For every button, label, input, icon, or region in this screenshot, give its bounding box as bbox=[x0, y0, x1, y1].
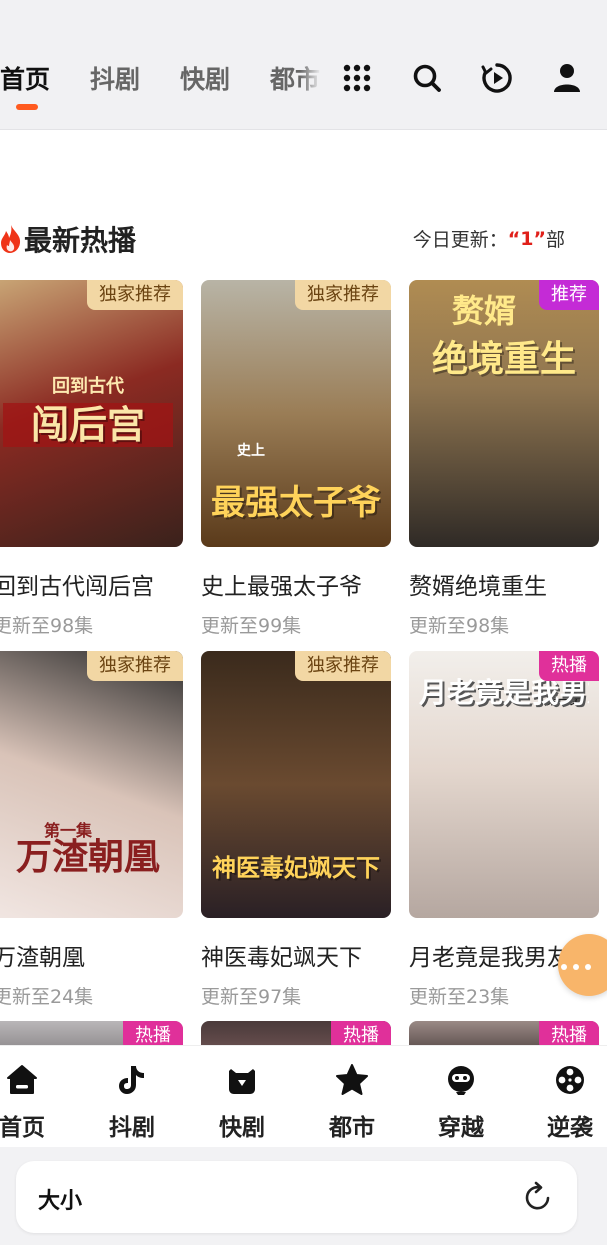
drama-title[interactable]: 万渣朝凰 bbox=[0, 938, 183, 972]
episode-count: 更新至99集 bbox=[201, 615, 302, 637]
grid-icon[interactable] bbox=[341, 62, 373, 94]
drama-poster[interactable]: 史上 最强太子爷 独家推荐 bbox=[201, 280, 391, 547]
poster-title: 绝境重生 bbox=[431, 339, 576, 380]
bottom-nav-home[interactable]: 首页 bbox=[0, 1062, 62, 1142]
drama-poster[interactable]: 回到古代 闯后宫 独家推荐 bbox=[0, 280, 183, 547]
bottom-nav-label: 快剧 bbox=[219, 1115, 265, 1141]
drama-title[interactable]: 史上最强太子爷 bbox=[201, 567, 391, 601]
tabs-fade-edge bbox=[300, 48, 330, 108]
badge-recommend: 推荐 bbox=[539, 280, 599, 310]
drama-title[interactable]: 赘婿绝境重生 bbox=[409, 567, 599, 601]
drama-poster[interactable]: 神医毒妃飒天下 独家推荐 bbox=[201, 651, 391, 918]
top-actions bbox=[341, 58, 583, 98]
tab-label: 抖剧 bbox=[90, 65, 141, 94]
drama-poster[interactable]: 赘婿 绝境重生 推荐 bbox=[409, 280, 599, 547]
update-suffix: 部 bbox=[545, 229, 565, 251]
active-tab-indicator bbox=[16, 104, 38, 110]
bottom-nav-label: 逆袭 bbox=[547, 1115, 593, 1141]
episode-count: 更新至98集 bbox=[409, 615, 510, 637]
tab-kuaiju[interactable]: 快剧 bbox=[180, 60, 230, 96]
drama-poster[interactable]: 第一集 月老竟是我男友 热播 bbox=[409, 651, 599, 918]
poster-title: 最强太子爷 bbox=[211, 483, 381, 523]
badge-hot: 热播 bbox=[539, 651, 599, 681]
robot-icon bbox=[448, 1066, 474, 1095]
badge-exclusive: 独家推荐 bbox=[87, 651, 183, 681]
drama-title[interactable]: 回到古代闯后宫 bbox=[0, 567, 183, 601]
bottom-nav-label: 都市 bbox=[329, 1115, 375, 1141]
film-reel-icon bbox=[556, 1066, 584, 1094]
search-icon[interactable] bbox=[411, 62, 443, 94]
poster-subtitle: 史上 bbox=[237, 443, 265, 459]
star-icon bbox=[336, 1064, 368, 1095]
tab-label: 首页 bbox=[0, 65, 51, 94]
drama-card[interactable]: 神医毒妃飒天下 独家推荐 神医毒妃飒天下 更新至97集 bbox=[201, 651, 391, 1009]
douju-icon bbox=[119, 1066, 144, 1094]
section-title-text: 最新热播 bbox=[24, 224, 137, 257]
section-header: 最新热播 今日更新： “1” 部 bbox=[0, 215, 607, 261]
bottom-nav-label: 抖剧 bbox=[109, 1115, 155, 1141]
home-icon bbox=[7, 1065, 37, 1094]
badge-exclusive: 独家推荐 bbox=[295, 280, 391, 310]
section-title: 最新热播 bbox=[0, 219, 136, 259]
browser-bar: 大小 bbox=[0, 1147, 607, 1245]
bottom-navigation: 首页 抖剧 快剧 都市 穿越 逆袭 bbox=[0, 1045, 607, 1147]
today-update-info: 今日更新： “1” 部 bbox=[413, 225, 565, 252]
fire-icon bbox=[1, 225, 21, 253]
bottom-nav-douju[interactable]: 抖剧 bbox=[92, 1062, 172, 1142]
drama-poster[interactable]: 第一集 万渣朝凰 独家推荐 bbox=[0, 651, 183, 918]
poster-title: 万渣朝凰 bbox=[15, 837, 160, 878]
tab-douju[interactable]: 抖剧 bbox=[90, 60, 140, 96]
update-count: “1” bbox=[507, 227, 546, 250]
drama-card[interactable]: 回到古代 闯后宫 独家推荐 回到古代闯后宫 更新至98集 bbox=[0, 280, 183, 638]
bottom-nav-dushi[interactable]: 都市 bbox=[312, 1062, 392, 1142]
drama-card[interactable]: 赘婿 绝境重生 推荐 赘婿绝境重生 更新至98集 bbox=[409, 280, 599, 638]
drama-card[interactable]: 史上 最强太子爷 独家推荐 史上最强太子爷 更新至99集 bbox=[201, 280, 391, 638]
poster-subtitle: 回到古代 bbox=[52, 376, 124, 397]
drama-title[interactable]: 神医毒妃飒天下 bbox=[201, 938, 391, 972]
top-navigation: 首页 抖剧 快剧 都市 bbox=[0, 0, 607, 130]
tab-home[interactable]: 首页 bbox=[0, 60, 51, 110]
poster-title: 神医毒妃飒天下 bbox=[212, 854, 380, 882]
episode-count: 更新至24集 bbox=[0, 986, 94, 1008]
tab-label: 快剧 bbox=[180, 65, 231, 94]
reload-icon[interactable] bbox=[523, 1181, 553, 1213]
bottom-nav-label: 首页 bbox=[0, 1115, 45, 1141]
play-history-icon[interactable] bbox=[481, 62, 513, 94]
update-prefix: 今日更新： bbox=[412, 229, 508, 251]
more-dots-icon bbox=[558, 955, 594, 974]
bottom-nav-kuaiju[interactable]: 快剧 bbox=[202, 1062, 282, 1142]
bottom-nav-nixi[interactable]: 逆袭 bbox=[530, 1062, 607, 1142]
badge-exclusive: 独家推荐 bbox=[87, 280, 183, 310]
poster-title: 闯后宫 bbox=[3, 403, 173, 447]
episode-count: 更新至97集 bbox=[201, 986, 302, 1008]
bottom-nav-label: 穿越 bbox=[438, 1115, 484, 1141]
user-icon[interactable] bbox=[551, 62, 583, 94]
address-text: 大小 bbox=[38, 1189, 83, 1214]
bottom-nav-chuanyue[interactable]: 穿越 bbox=[421, 1062, 501, 1142]
badge-exclusive: 独家推荐 bbox=[295, 651, 391, 681]
episode-count: 更新至98集 bbox=[0, 615, 94, 637]
tv-icon bbox=[229, 1069, 255, 1094]
drama-card[interactable]: 第一集 万渣朝凰 独家推荐 万渣朝凰 更新至24集 bbox=[0, 651, 183, 1009]
address-bar[interactable]: 大小 bbox=[16, 1161, 577, 1233]
